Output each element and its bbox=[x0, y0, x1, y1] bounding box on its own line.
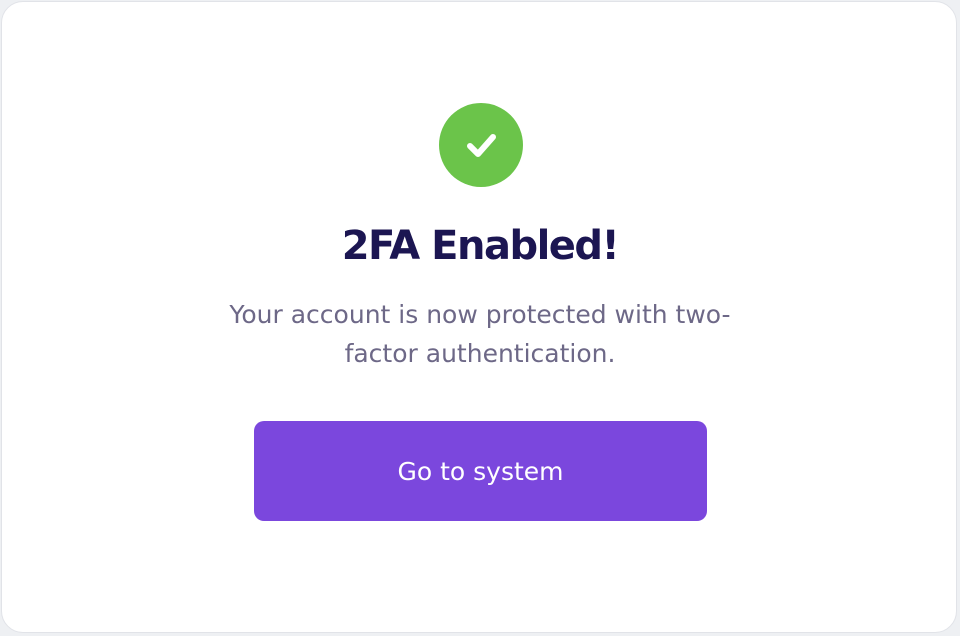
dialog-title: 2FA Enabled! bbox=[341, 223, 620, 269]
check-circle-icon bbox=[439, 103, 523, 187]
go-to-system-button[interactable]: Go to system bbox=[254, 421, 707, 521]
checkmark-icon bbox=[467, 134, 496, 157]
success-dialog: 2FA Enabled! Your account is now protect… bbox=[1, 1, 957, 633]
dialog-message: Your account is now protected with two-f… bbox=[229, 300, 731, 368]
